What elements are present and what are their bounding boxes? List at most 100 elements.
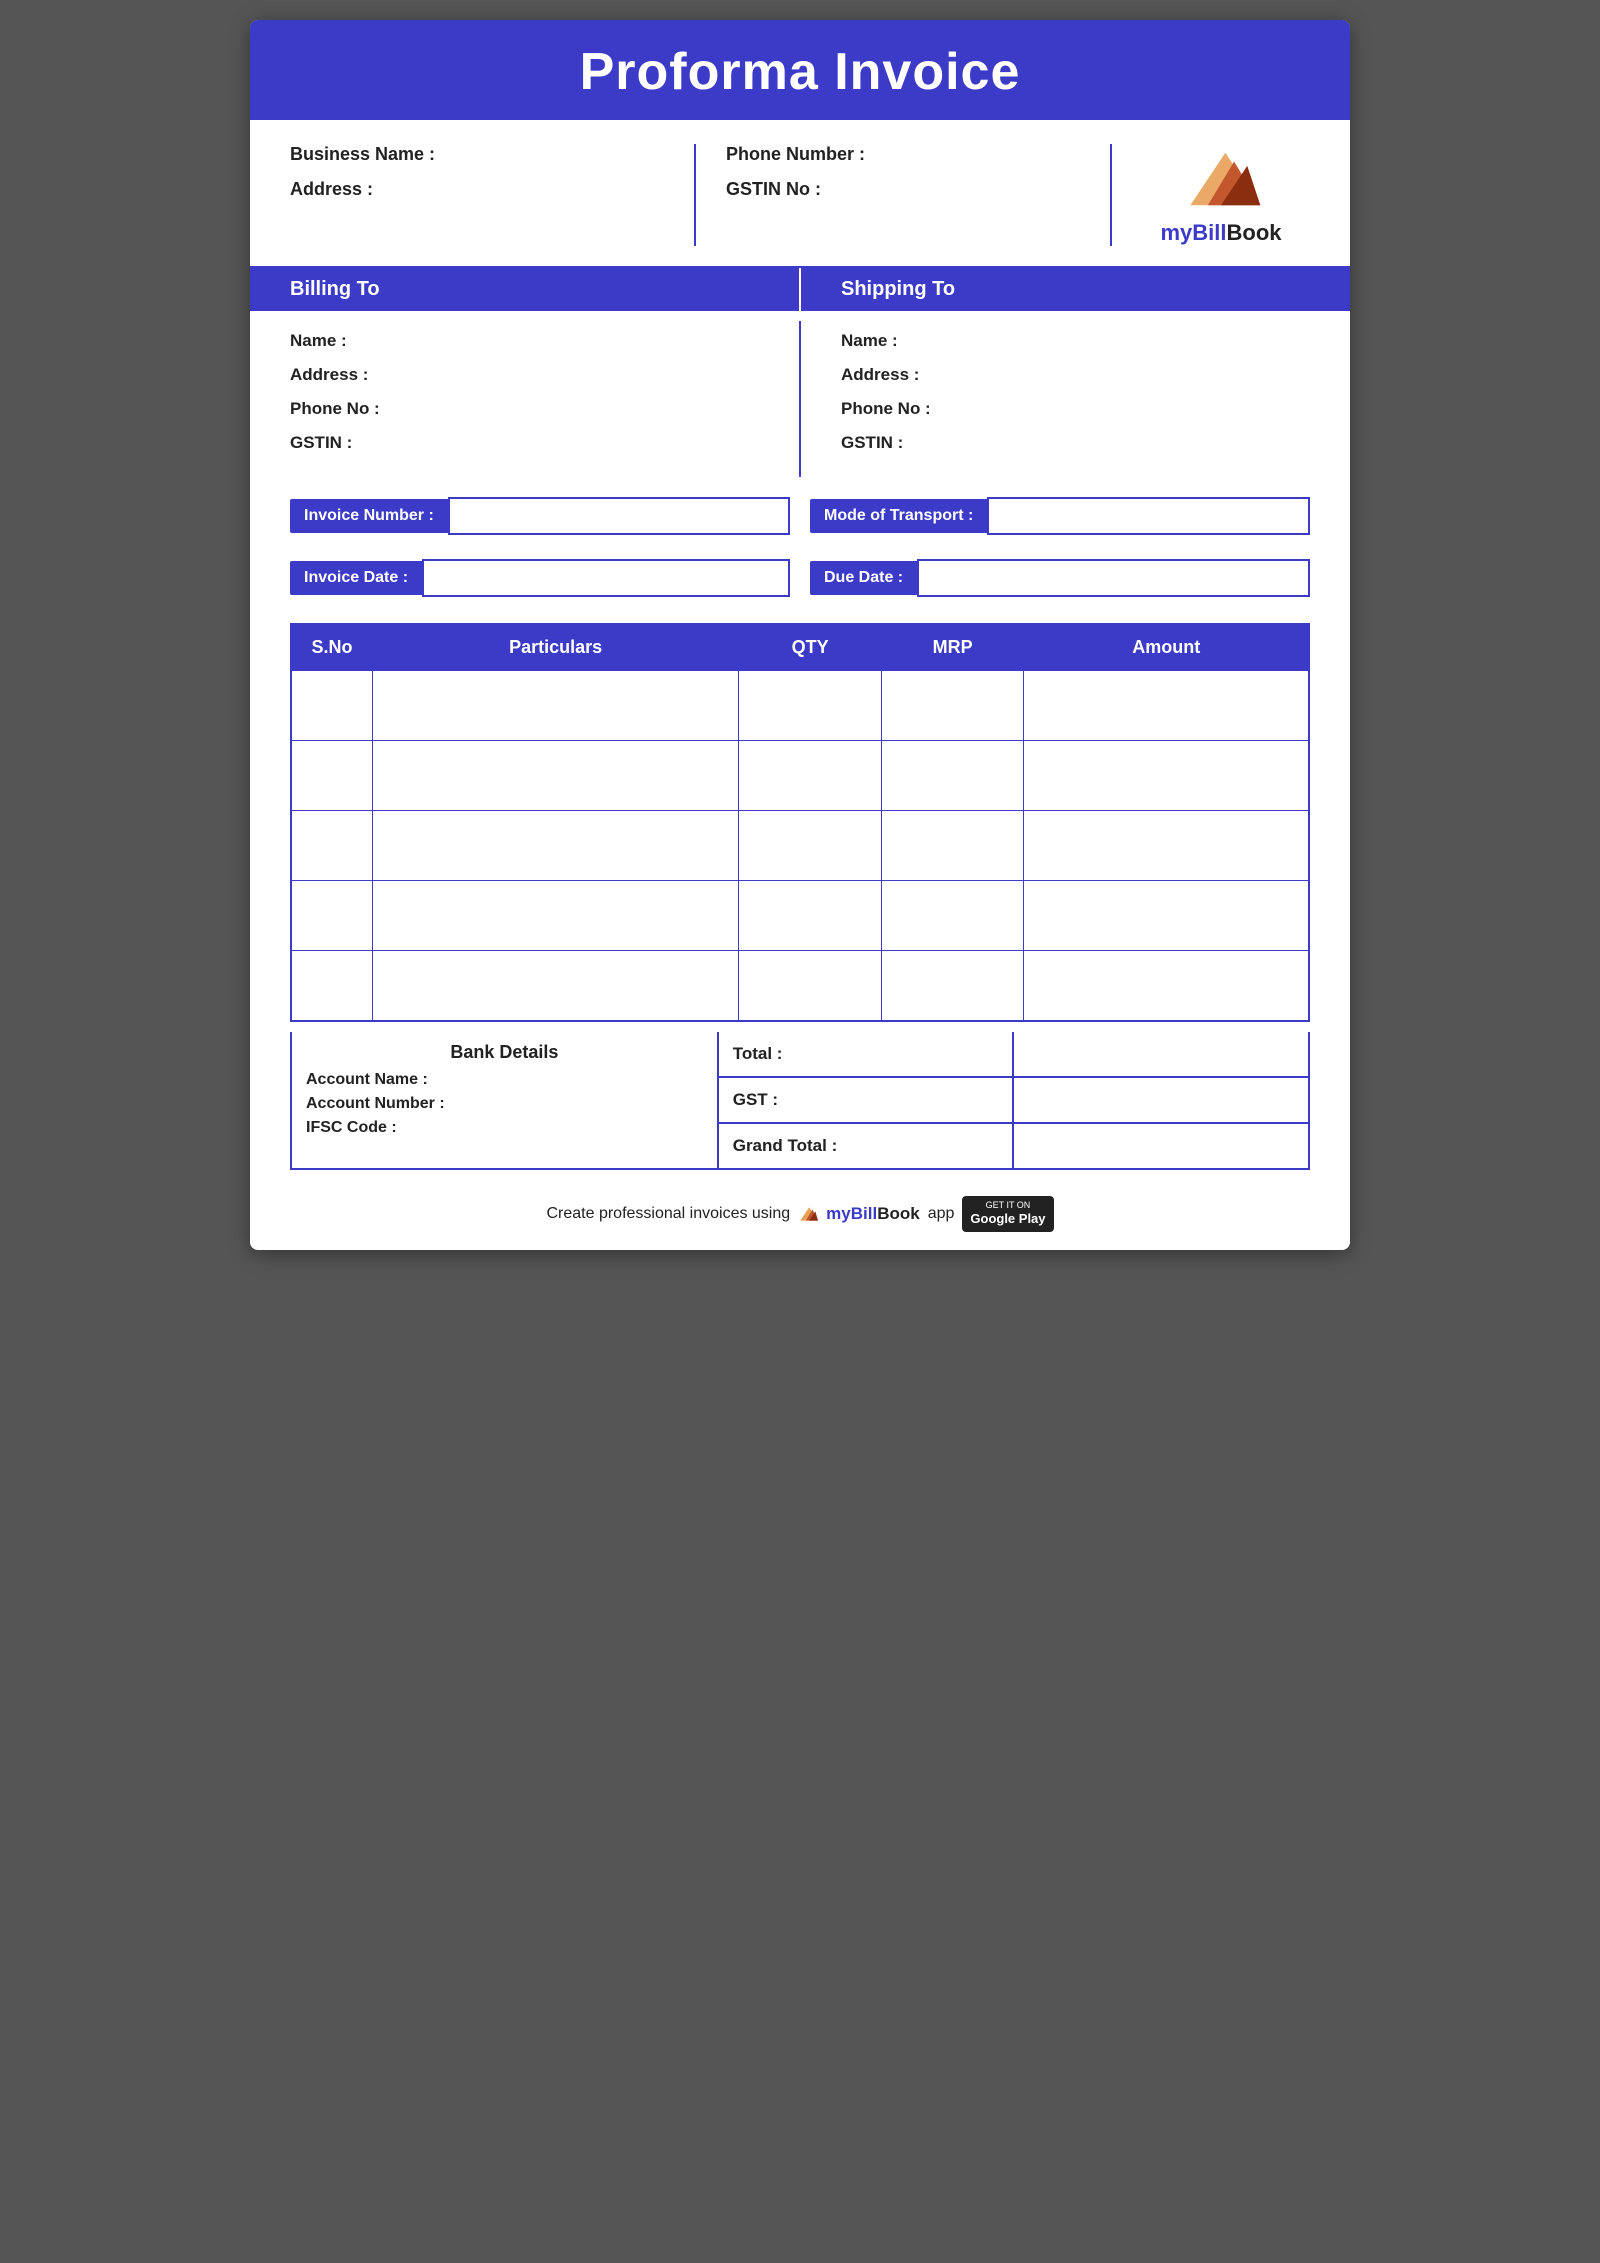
- grand-total-label: Grand Total :: [719, 1124, 1015, 1168]
- col-qty: QTY: [739, 624, 882, 671]
- row1-qty: [739, 671, 882, 741]
- bank-account-number: Account Number :: [306, 1095, 703, 1113]
- due-date-label: Due Date :: [810, 561, 917, 595]
- footer-bill: Bill: [851, 1204, 877, 1223]
- footer-logo: myBillBook: [826, 1204, 920, 1224]
- row2-qty: [739, 741, 882, 811]
- table-header-row: S.No Particulars QTY MRP Amount: [291, 624, 1309, 671]
- row1-amount: [1024, 671, 1309, 741]
- logo-my: my: [1160, 220, 1192, 245]
- col-amount: Amount: [1024, 624, 1309, 671]
- gst-label: GST :: [719, 1078, 1015, 1122]
- billing-name: Name :: [290, 331, 759, 351]
- mode-transport-label: Mode of Transport :: [810, 499, 987, 533]
- row2-amount: [1024, 741, 1309, 811]
- business-address-label: Address :: [290, 179, 674, 200]
- header-title-text: Proforma Invoice: [580, 43, 1021, 101]
- row5-qty: [739, 951, 882, 1021]
- footer-book: Book: [877, 1204, 920, 1223]
- invoice-header: Proforma Invoice: [250, 20, 1350, 120]
- billing-phone: Phone No :: [290, 399, 759, 419]
- due-date-input[interactable]: [917, 559, 1310, 597]
- business-center: Phone Number : GSTIN No :: [694, 144, 1110, 246]
- shipping-phone: Phone No :: [841, 399, 1310, 419]
- google-play-badge: GET IT ON Google Play: [962, 1196, 1053, 1233]
- invoice-page: Proforma Invoice Business Name : Address…: [250, 20, 1350, 1250]
- logo-text: myBillBook: [1160, 220, 1281, 246]
- logo-book: Book: [1227, 220, 1282, 245]
- invoice-date-input[interactable]: [422, 559, 790, 597]
- row4-mrp: [881, 881, 1024, 951]
- row4-amount: [1024, 881, 1309, 951]
- mode-transport-input[interactable]: [987, 497, 1310, 535]
- invoice-date-row: Invoice Date : Due Date :: [250, 549, 1350, 607]
- invoice-number-input[interactable]: [448, 497, 790, 535]
- shipping-address: Address :: [841, 365, 1310, 385]
- bank-account-name: Account Name :: [306, 1071, 703, 1089]
- row3-qty: [739, 811, 882, 881]
- row5-amount: [1024, 951, 1309, 1021]
- row2-particulars: [372, 741, 738, 811]
- business-logo: myBillBook: [1110, 144, 1310, 246]
- row5-particulars: [372, 951, 738, 1021]
- row1-sno: [291, 671, 372, 741]
- shipping-gstin: GSTIN :: [841, 433, 1310, 453]
- row4-particulars: [372, 881, 738, 951]
- billing-gstin: GSTIN :: [290, 433, 759, 453]
- billing-shipping-header: Billing To Shipping To: [250, 268, 1350, 311]
- total-label: Total :: [719, 1032, 1015, 1076]
- row3-mrp: [881, 811, 1024, 881]
- gst-row: GST :: [719, 1078, 1308, 1124]
- invoice-number-label: Invoice Number :: [290, 499, 448, 533]
- logo-bill: Bill: [1192, 220, 1226, 245]
- items-table: S.No Particulars QTY MRP Amount: [290, 623, 1310, 1022]
- billing-address: Address :: [290, 365, 759, 385]
- total-value: [1014, 1032, 1308, 1076]
- logo-icon: [1181, 144, 1261, 214]
- bank-ifsc: IFSC Code :: [306, 1119, 703, 1137]
- business-name-label: Business Name :: [290, 144, 674, 165]
- table-row: [291, 741, 1309, 811]
- badge-gp: Google Play: [970, 1211, 1045, 1228]
- invoice-number-row: Invoice Number : Mode of Transport :: [250, 487, 1350, 545]
- row5-sno: [291, 951, 372, 1021]
- col-particulars: Particulars: [372, 624, 738, 671]
- table-row: [291, 881, 1309, 951]
- row1-mrp: [881, 671, 1024, 741]
- mode-transport-group: Mode of Transport :: [810, 497, 1310, 535]
- footer: Create professional invoices using myBil…: [250, 1180, 1350, 1251]
- footer-app-text: app: [928, 1205, 955, 1223]
- footer-logo-icon: [798, 1205, 818, 1223]
- business-section: Business Name : Address : Phone Number :…: [250, 120, 1350, 268]
- billing-shipping-body: Name : Address : Phone No : GSTIN : Name…: [250, 311, 1350, 487]
- row1-particulars: [372, 671, 738, 741]
- footer-my: my: [826, 1204, 851, 1223]
- row4-qty: [739, 881, 882, 951]
- row2-sno: [291, 741, 372, 811]
- shipping-header: Shipping To: [801, 268, 1350, 311]
- business-left: Business Name : Address :: [290, 144, 694, 246]
- bank-details: Bank Details Account Name : Account Numb…: [292, 1032, 719, 1168]
- logo-container: myBillBook: [1160, 144, 1281, 246]
- table-row: [291, 811, 1309, 881]
- shipping-name: Name :: [841, 331, 1310, 351]
- badge-get-it: GET IT ON: [986, 1200, 1031, 1212]
- bottom-section: Bank Details Account Name : Account Numb…: [290, 1032, 1310, 1170]
- billing-header: Billing To: [250, 268, 801, 311]
- grand-total-row: Grand Total :: [719, 1124, 1308, 1168]
- invoice-date-group: Invoice Date :: [290, 559, 790, 597]
- row2-mrp: [881, 741, 1024, 811]
- grand-total-value: [1014, 1124, 1308, 1168]
- row3-particulars: [372, 811, 738, 881]
- row3-amount: [1024, 811, 1309, 881]
- row5-mrp: [881, 951, 1024, 1021]
- total-row: Total :: [719, 1032, 1308, 1078]
- table-row: [291, 951, 1309, 1021]
- invoice-date-label: Invoice Date :: [290, 561, 422, 595]
- totals-section: Total : GST : Grand Total :: [719, 1032, 1308, 1168]
- table-row: [291, 671, 1309, 741]
- bank-title: Bank Details: [306, 1042, 703, 1063]
- row3-sno: [291, 811, 372, 881]
- row4-sno: [291, 881, 372, 951]
- due-date-group: Due Date :: [810, 559, 1310, 597]
